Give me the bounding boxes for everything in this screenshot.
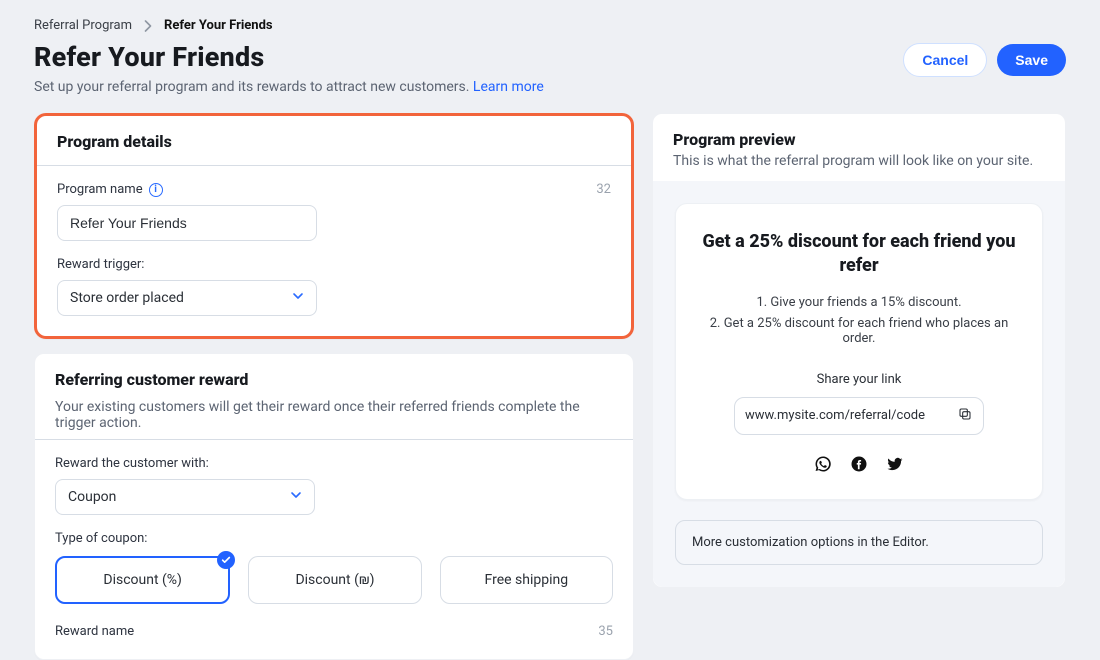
breadcrumb-current: Refer Your Friends	[164, 18, 273, 33]
share-label: Share your link	[698, 372, 1020, 387]
section-title-program-details: Program details	[37, 116, 631, 165]
program-name-label: Program name i	[57, 182, 163, 197]
check-icon	[217, 551, 235, 569]
breadcrumb-root[interactable]: Referral Program	[34, 18, 132, 33]
coupon-type-discount-percent[interactable]: Discount (%)	[55, 556, 230, 604]
copy-icon[interactable]	[957, 406, 973, 426]
whatsapp-icon[interactable]	[814, 455, 832, 477]
chevron-down-icon	[292, 290, 304, 306]
reward-trigger-label: Reward trigger:	[57, 257, 611, 272]
facebook-icon[interactable]	[850, 455, 868, 477]
preview-subtitle: This is what the referral program will l…	[673, 153, 1045, 169]
coupon-type-discount-currency[interactable]: Discount (₪)	[248, 556, 421, 604]
header-actions: Cancel Save	[903, 43, 1066, 77]
coupon-type-label: Type of coupon:	[55, 531, 613, 546]
program-name-input[interactable]	[57, 205, 317, 241]
page-title: Refer Your Friends	[34, 41, 544, 73]
info-icon[interactable]: i	[149, 183, 163, 197]
twitter-icon[interactable]	[886, 455, 904, 477]
preview-headline: Get a 25% discount for each friend you r…	[699, 230, 1019, 279]
coupon-type-free-shipping[interactable]: Free shipping	[440, 556, 613, 604]
reward-with-select[interactable]: Coupon	[55, 479, 315, 515]
reward-name-label: Reward name	[55, 624, 134, 639]
preview-title: Program preview	[673, 130, 1045, 149]
reward-trigger-value: Store order placed	[70, 290, 184, 306]
breadcrumb: Referral Program Refer Your Friends	[34, 18, 1066, 33]
preview-step-2: 2. Get a 25% discount for each friend wh…	[698, 316, 1020, 346]
reward-with-label: Reward the customer with:	[55, 456, 613, 471]
section-title-referring-reward: Referring customer reward	[35, 354, 633, 403]
program-preview: Program preview This is what the referra…	[652, 113, 1066, 588]
preview-step-1: 1. Give your friends a 15% discount.	[698, 295, 1020, 310]
cancel-button[interactable]: Cancel	[903, 43, 987, 77]
chevron-right-icon	[144, 20, 152, 32]
page-subtitle: Set up your referral program and its rew…	[34, 79, 544, 95]
program-details-card: Program details Program name i 32	[34, 113, 634, 339]
learn-more-link[interactable]: Learn more	[473, 79, 544, 95]
reward-trigger-select[interactable]: Store order placed	[57, 280, 317, 316]
program-name-count: 32	[596, 182, 611, 197]
preview-card: Get a 25% discount for each friend you r…	[675, 203, 1043, 500]
referring-reward-card: Referring customer reward Your existing …	[34, 353, 634, 660]
share-link: www.mysite.com/referral/code	[734, 397, 984, 435]
coupon-type-segment: Discount (%) Discount (₪) Free shipping	[55, 556, 613, 604]
social-row	[698, 455, 1020, 477]
referring-reward-subtitle: Your existing customers will get their r…	[35, 399, 633, 439]
editor-note: More customization options in the Editor…	[675, 520, 1043, 565]
save-button[interactable]: Save	[997, 44, 1066, 76]
reward-name-count: 35	[598, 624, 613, 639]
reward-with-value: Coupon	[68, 489, 116, 505]
share-url: www.mysite.com/referral/code	[745, 408, 947, 423]
chevron-down-icon	[290, 489, 302, 505]
